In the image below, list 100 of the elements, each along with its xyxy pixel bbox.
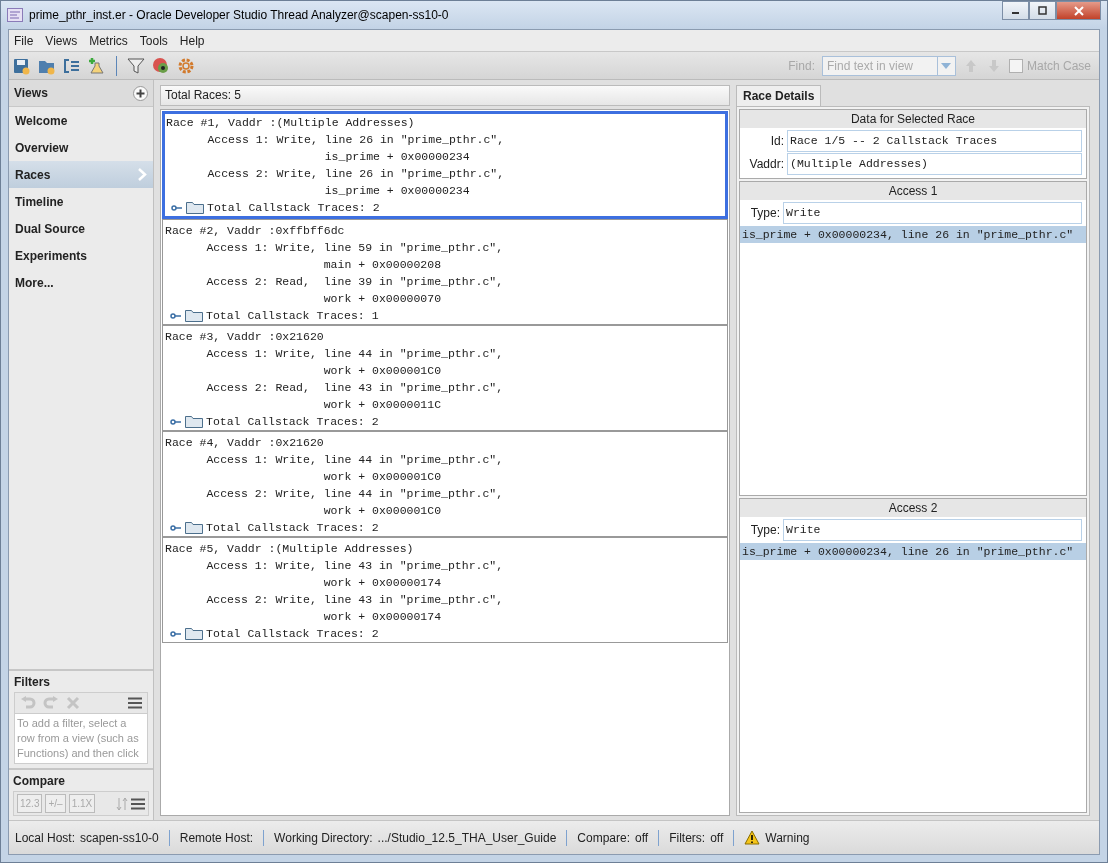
folder-icon [186, 201, 204, 214]
race-entry[interactable]: Race #2, Vaddr :0xffbff6dc Access 1: Write, line 59 in "prime_pthr.c", main + 0x00000208 Access 2: Read, line 39 in "prime_pthr.c", work + 0x00000070 Total Callstack Traces: 1 [162, 219, 728, 325]
access-location: is_prime + 0x00000234 [323, 149, 471, 165]
status-label: Local Host: [15, 830, 76, 845]
close-button[interactable] [1056, 1, 1101, 20]
callstack-traces: Total Callstack Traces: 2 [206, 414, 379, 430]
views-title: Views [14, 86, 48, 100]
access-line: Access 2: Read, line 39 in "prime_pthr.c", [205, 274, 505, 290]
sidebar-item[interactable]: Experiments [9, 242, 153, 269]
sidebar-item[interactable]: Dual Source [9, 215, 153, 242]
sidebar-item[interactable]: Timeline [9, 188, 153, 215]
minimize-button[interactable] [1002, 1, 1029, 20]
vaddr-field: (Multiple Addresses) [787, 153, 1082, 175]
status-label: Filters: [669, 830, 706, 845]
status-value: .../Studio_12.5_THA_User_Guide [377, 830, 557, 845]
access-line: Access 2: Write, line 26 in "prime_pthr.c", [206, 166, 506, 182]
menu-item[interactable]: Metrics [89, 33, 128, 48]
match-case-checkbox[interactable] [1008, 58, 1023, 73]
stack-frame[interactable]: is_prime + 0x00000234, line 26 in "prime_pthr.c" [740, 543, 1086, 560]
folder-icon [185, 627, 203, 640]
save-icon[interactable] [13, 56, 31, 75]
section-header: Access 2 [740, 499, 1086, 517]
folder-icon [185, 415, 203, 428]
race-entry[interactable]: Race #3, Vaddr :0x21620 Access 1: Write, line 44 in "prime_pthr.c", work + 0x000001C0 Access 2: Read, line 43 in "prime_pthr.c", work + 0x0000011C Total Callstack Traces: 2 [162, 325, 728, 431]
access-location: work + 0x00000174 [322, 575, 443, 591]
warning-link[interactable]: Warning [765, 830, 810, 845]
eye-icon[interactable] [152, 56, 170, 75]
callstack-traces: Total Callstack Traces: 2 [207, 200, 380, 216]
key-icon[interactable] [170, 417, 182, 426]
menu-item[interactable]: Views [45, 33, 78, 48]
races-summary: Total Races: 5 [160, 85, 730, 106]
filter-hint: To add a filter, select a row from a view (such as Functions) and then click [16, 716, 140, 761]
race-entry[interactable]: Race #1, Vaddr :(Multiple Addresses) Access 1: Write, line 26 in "prime_pthr.c", is_prime + 0x00000234 Access 2: Write, line 26 in "prime_pthr.c", is_prime + 0x00000234 Total Callstack Traces: 2 [162, 111, 728, 219]
id-field: Race 1/5 -- 2 Callstack Traces [787, 130, 1082, 152]
race-details-tab[interactable]: Race Details [736, 85, 822, 106]
access-location: main + 0x00000208 [322, 257, 443, 273]
status-label: Working Directory: [274, 830, 373, 845]
access-location: is_prime + 0x00000234 [323, 183, 471, 199]
access-line: Access 1: Write, line 44 in "prime_pthr.c", [205, 452, 505, 468]
add-flask-icon[interactable] [88, 56, 106, 75]
menu-item[interactable]: File [14, 33, 34, 48]
section-header: Data for Selected Race [740, 110, 1086, 128]
race-header: Race #3, Vaddr :0x21620 [165, 329, 325, 345]
status-label: Remote Host: [179, 830, 254, 845]
race-entry[interactable]: Race #5, Vaddr :(Multiple Addresses) Access 1: Write, line 43 in "prime_pthr.c", work + 0x00000174 Access 2: Write, line 43 in "prime_pthr.c", work + 0x00000174 Total Callstack Traces: 2 [162, 537, 728, 643]
window-title: prime_pthr_inst.er - Oracle Developer Studio Thread Analyzer@scapen-ss10-0 [29, 8, 449, 22]
folder-icon [185, 309, 203, 322]
maximize-icon [1038, 6, 1047, 15]
access-location: work + 0x0000011C [322, 397, 443, 413]
filters-title: Filters [14, 675, 51, 689]
compare-title: Compare [13, 774, 66, 788]
access-line: Access 2: Write, line 44 in "prime_pthr.c", [205, 486, 505, 502]
list-icon[interactable] [63, 56, 81, 75]
race-header: Race #1, Vaddr :(Multiple Addresses) [166, 115, 416, 131]
sidebar-item[interactable]: Overview [9, 134, 153, 161]
callstack-traces: Total Callstack Traces: 2 [206, 626, 379, 642]
race-entry[interactable]: Race #4, Vaddr :0x21620 Access 1: Write, line 44 in "prime_pthr.c", work + 0x000001C0 Access 2: Write, line 44 in "prime_pthr.c", work + 0x000001C0 Total Callstack Traces: 2 [162, 431, 728, 537]
status-value: off [635, 830, 649, 845]
menu-item[interactable]: Help [179, 33, 205, 48]
stack-frame[interactable]: is_prime + 0x00000234, line 26 in "prime_pthr.c" [740, 226, 1086, 243]
status-value: scapen-ss10-0 [80, 830, 159, 845]
access-line: Access 2: Read, line 43 in "prime_pthr.c", [205, 380, 505, 396]
folder-icon [185, 521, 203, 534]
key-icon[interactable] [170, 311, 182, 320]
key-icon[interactable] [170, 523, 182, 532]
sidebar-item[interactable]: Races [9, 161, 153, 188]
add-icon[interactable] [133, 85, 148, 101]
filter-icon[interactable] [127, 56, 145, 75]
type-field: Write [783, 519, 1082, 541]
access-location: work + 0x000001C0 [322, 363, 443, 379]
access-line: Access 1: Write, line 59 in "prime_pthr.c", [205, 240, 505, 256]
access-line: Access 2: Write, line 43 in "prime_pthr.c", [205, 592, 505, 608]
warning-icon [744, 830, 761, 845]
menu-item[interactable]: Tools [139, 33, 168, 48]
status-value: off [710, 830, 724, 845]
sidebar-item[interactable]: Welcome [9, 107, 153, 134]
type-field: Write [783, 202, 1082, 224]
key-icon[interactable] [171, 203, 183, 212]
sidebar-item[interactable]: More... [9, 269, 153, 296]
access-line: Access 1: Write, line 44 in "prime_pthr.c", [205, 346, 505, 362]
section-header: Access 1 [740, 182, 1086, 200]
callstack-traces: Total Callstack Traces: 1 [206, 308, 379, 324]
menu-icon[interactable] [131, 797, 145, 810]
vaddr-label: Vaddr: [748, 157, 784, 171]
callstack-traces: Total Callstack Traces: 2 [206, 520, 379, 536]
access-location: work + 0x000001C0 [322, 469, 443, 485]
app-icon [7, 8, 23, 22]
access-location: work + 0x00000070 [322, 291, 443, 307]
menu-icon[interactable] [128, 697, 142, 709]
gear-icon[interactable] [177, 56, 195, 75]
key-icon[interactable] [170, 629, 182, 638]
access-line: Access 1: Write, line 26 in "prime_pthr.c", [206, 132, 506, 148]
race-header: Race #4, Vaddr :0x21620 [165, 435, 325, 451]
status-label: Compare: [577, 830, 631, 845]
maximize-button[interactable] [1029, 1, 1056, 20]
type-label: Type: [749, 206, 780, 220]
caret-icon [941, 62, 952, 69]
race-header: Race #2, Vaddr :0xffbff6dc [165, 223, 346, 239]
type-label: Type: [749, 523, 780, 537]
race-header: Race #5, Vaddr :(Multiple Addresses) [165, 541, 415, 557]
